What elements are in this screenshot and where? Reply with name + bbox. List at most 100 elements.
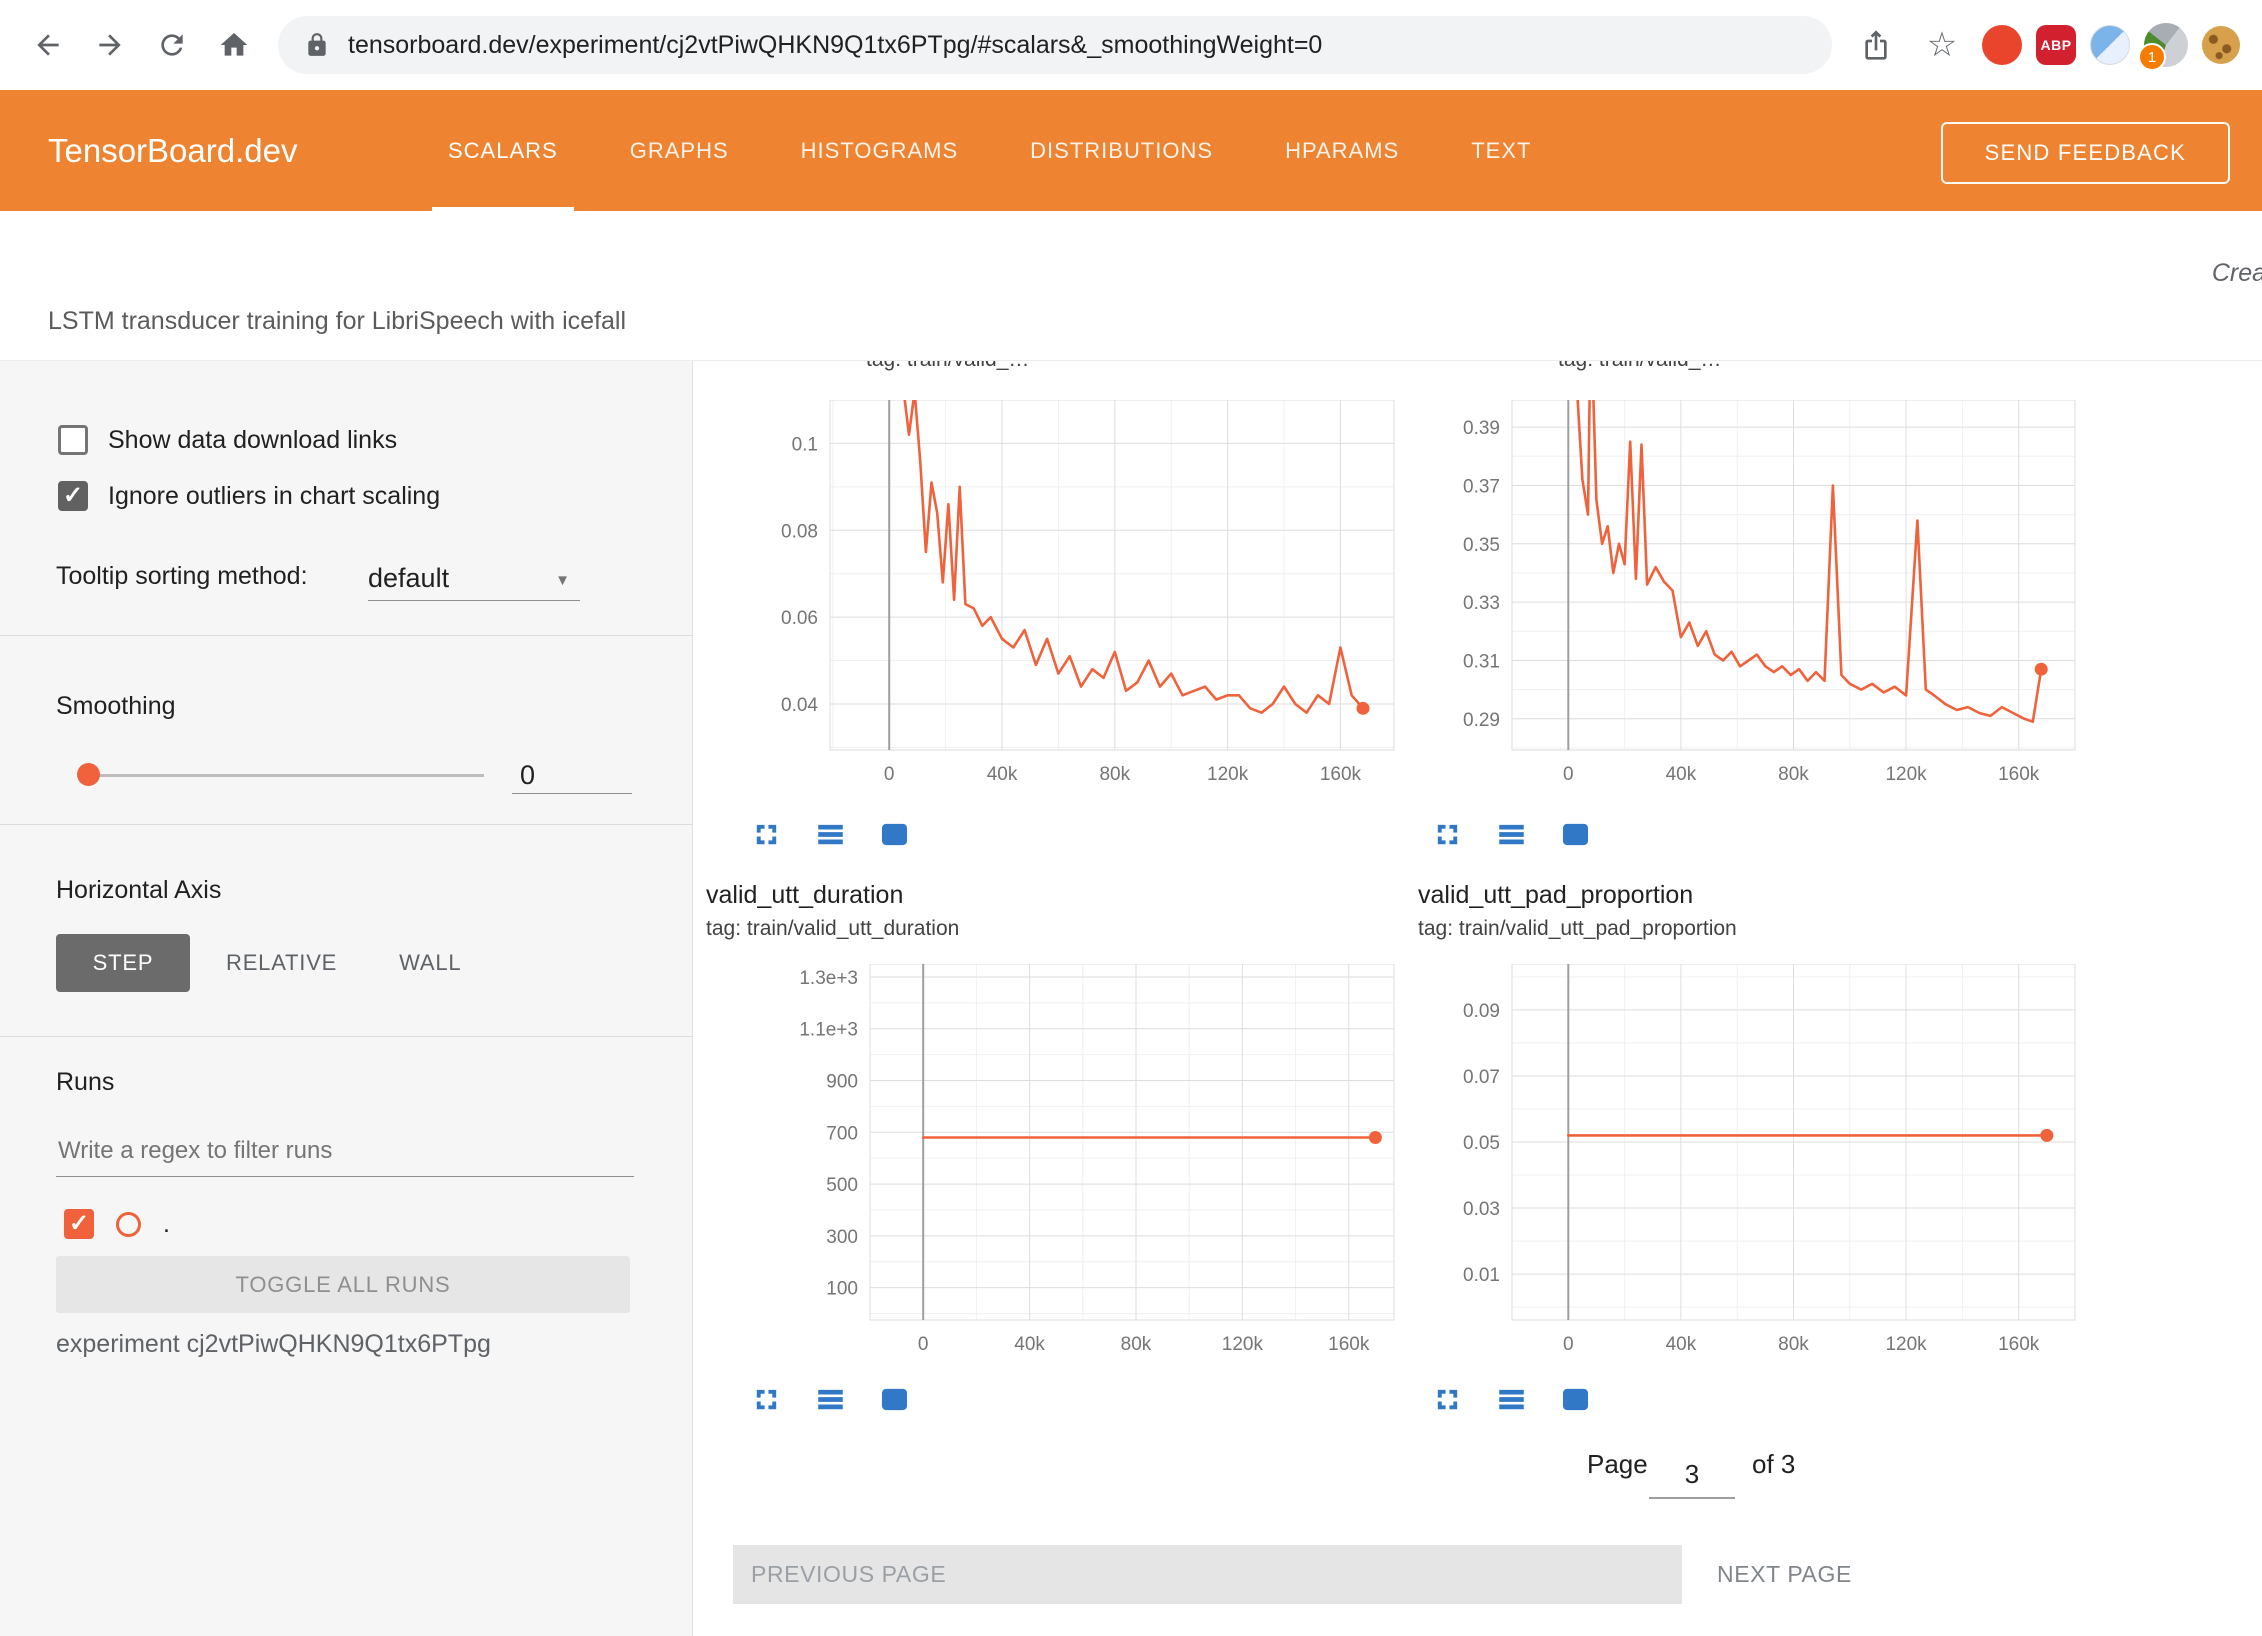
data-download-icon[interactable] [808, 1377, 852, 1421]
svg-text:0.31: 0.31 [1463, 651, 1500, 672]
run-name: . [163, 1210, 170, 1239]
svg-text:0: 0 [918, 1334, 929, 1355]
svg-text:160k: 160k [1320, 764, 1362, 785]
next-page-button[interactable]: NEXT PAGE [1717, 1545, 1852, 1604]
back-icon[interactable] [22, 19, 74, 71]
svg-text:0.08: 0.08 [781, 521, 818, 542]
smoothing-slider-thumb[interactable] [77, 763, 100, 786]
abp-extension-icon[interactable]: ABP [2036, 25, 2076, 65]
cookie-extension-icon[interactable] [2202, 26, 2240, 64]
data-download-icon[interactable] [1489, 1377, 1533, 1421]
expand-chart-icon[interactable] [1425, 812, 1469, 856]
browser-toolbar: tensorboard.dev/experiment/cj2vtPiwQHKN9… [0, 0, 2262, 90]
svg-text:0.03: 0.03 [1463, 1199, 1500, 1220]
svg-text:80k: 80k [1778, 764, 1809, 785]
run-checkbox[interactable]: ✓ [64, 1209, 94, 1239]
svg-text:0.35: 0.35 [1463, 535, 1500, 556]
chevron-down-icon: ▼ [555, 572, 570, 589]
settings-sidebar: Show data download links ✓ Ignore outlie… [0, 361, 693, 1636]
svg-text:40k: 40k [1014, 1334, 1045, 1355]
svg-text:0.07: 0.07 [1463, 1067, 1500, 1088]
fit-domain-icon[interactable] [1553, 1377, 1597, 1421]
ignore-outliers-checkbox[interactable]: ✓ [58, 481, 88, 511]
runs-label: Runs [56, 1068, 114, 1097]
tab-text[interactable]: TEXT [1471, 90, 1531, 211]
tab-distributions[interactable]: DISTRIBUTIONS [1030, 90, 1213, 211]
svg-text:80k: 80k [1099, 764, 1130, 785]
svg-text:1.3e+3: 1.3e+3 [799, 968, 858, 989]
chart-top-right[interactable]: 0.390.370.350.330.310.29040k80k120k160k [1437, 400, 2095, 795]
axis-wall-button[interactable]: WALL [373, 934, 487, 992]
svg-text:0.29: 0.29 [1463, 710, 1500, 731]
chart-bottom-left[interactable]: 1.3e+31.1e+3900700500300100040k80k120k16… [795, 964, 1414, 1365]
show-download-links-row[interactable]: Show data download links [58, 420, 397, 460]
tab-scalars[interactable]: SCALARS [448, 90, 558, 211]
blue-extension-icon[interactable] [2090, 25, 2130, 65]
share-icon[interactable] [1850, 19, 1902, 71]
main-nav: SCALARS GRAPHS HISTOGRAMS DISTRIBUTIONS … [448, 90, 1531, 211]
ignore-outliers-row[interactable]: ✓ Ignore outliers in chart scaling [58, 476, 440, 516]
svg-text:0.39: 0.39 [1463, 418, 1500, 439]
forward-icon[interactable] [84, 19, 136, 71]
svg-text:900: 900 [826, 1072, 858, 1093]
run-row[interactable]: ✓ . [64, 1206, 170, 1242]
data-download-icon[interactable] [808, 812, 852, 856]
chart-top-left[interactable]: 0.10.080.060.04040k80k120k160k [755, 400, 1414, 795]
svg-text:40k: 40k [1666, 764, 1697, 785]
tab-histograms[interactable]: HISTOGRAMS [801, 90, 959, 211]
adblock-extension-icon[interactable] [1982, 25, 2022, 65]
experiment-subheader: Crea LSTM transducer training for LibriS… [0, 211, 2262, 361]
tab-graphs[interactable]: GRAPHS [630, 90, 729, 211]
svg-text:40k: 40k [987, 764, 1018, 785]
toggle-all-runs-button[interactable]: TOGGLE ALL RUNS [56, 1256, 630, 1313]
bookmark-star-icon[interactable]: ☆ [1916, 19, 1968, 71]
fit-domain-icon[interactable] [872, 812, 916, 856]
svg-text:500: 500 [826, 1175, 858, 1196]
svg-text:0.05: 0.05 [1463, 1133, 1500, 1154]
svg-text:40k: 40k [1666, 1334, 1697, 1355]
expand-chart-icon[interactable] [744, 1377, 788, 1421]
smoothing-value-input[interactable]: 0 [512, 752, 632, 794]
expand-chart-icon[interactable] [1425, 1377, 1469, 1421]
chart-bottom-right[interactable]: 0.090.070.050.030.01040k80k120k160k [1437, 964, 2095, 1365]
expand-chart-icon[interactable] [744, 812, 788, 856]
send-feedback-button[interactable]: SEND FEEDBACK [1941, 122, 2230, 184]
axis-step-button[interactable]: STEP [56, 934, 190, 992]
fit-domain-icon[interactable] [872, 1377, 916, 1421]
tooltip-sorting-dropdown[interactable]: default ▼ [368, 556, 580, 601]
svg-text:0.37: 0.37 [1463, 476, 1500, 497]
runs-filter-input[interactable] [56, 1126, 634, 1177]
clipped-chart-tag: tag: train/valid_… [866, 361, 1029, 372]
previous-page-button[interactable]: PREVIOUS PAGE [733, 1545, 1682, 1604]
page-number-input[interactable] [1649, 1451, 1735, 1499]
home-icon[interactable] [208, 19, 260, 71]
horizontal-axis-buttons: STEP RELATIVE WALL [56, 934, 487, 992]
url-text: tensorboard.dev/experiment/cj2vtPiwQHKN9… [348, 31, 1322, 60]
svg-text:0: 0 [1563, 1334, 1574, 1355]
show-download-links-checkbox[interactable] [58, 425, 88, 455]
svg-text:0.1: 0.1 [792, 434, 818, 455]
svg-text:0.01: 0.01 [1463, 1265, 1500, 1286]
profile-avatar[interactable]: 1 [2144, 23, 2188, 67]
tab-hparams[interactable]: HPARAMS [1285, 90, 1399, 211]
svg-text:0: 0 [884, 764, 895, 785]
reload-icon[interactable] [146, 19, 198, 71]
svg-text:160k: 160k [1998, 764, 2040, 785]
svg-text:80k: 80k [1121, 1334, 1152, 1355]
created-clipped-text: Crea [2212, 259, 2262, 288]
fit-domain-icon[interactable] [1553, 812, 1597, 856]
svg-text:0.04: 0.04 [781, 695, 818, 716]
address-bar[interactable]: tensorboard.dev/experiment/cj2vtPiwQHKN9… [278, 16, 1832, 74]
charts-panel: tag: train/valid_… tag: train/valid_… 0.… [694, 361, 2262, 1636]
data-download-icon[interactable] [1489, 812, 1533, 856]
axis-relative-button[interactable]: RELATIVE [200, 934, 363, 992]
chart-actions [1425, 1377, 1597, 1421]
tooltip-sorting-label: Tooltip sorting method: [56, 562, 308, 591]
chart-title: valid_utt_pad_proportion [1418, 881, 1693, 910]
app-logo[interactable]: TensorBoard.dev [48, 90, 297, 211]
chart-tag: tag: train/valid_utt_duration [706, 917, 959, 941]
smoothing-slider-track[interactable] [88, 774, 484, 777]
experiment-id-label: experiment cj2vtPiwQHKN9Q1tx6PTpg [56, 1330, 491, 1359]
page-label: Page [1587, 1449, 1648, 1480]
svg-text:80k: 80k [1778, 1334, 1809, 1355]
